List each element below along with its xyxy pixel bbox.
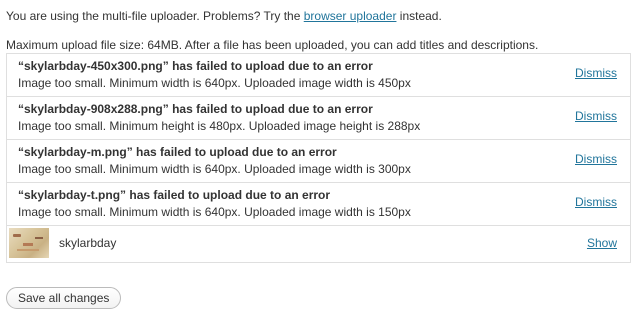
upload-error-row: “skylarbday-908x288.png” has failed to u…	[7, 97, 630, 140]
error-message: Image too small. Minimum width is 640px.…	[18, 76, 411, 90]
error-title: “skylarbday-450x300.png” has failed to u…	[18, 59, 373, 73]
dismiss-link[interactable]: Dismiss	[575, 66, 617, 80]
dismiss-link[interactable]: Dismiss	[575, 109, 617, 123]
uploaded-filename: skylarbday	[59, 236, 117, 250]
max-upload-size-text: Maximum upload file size: 64MB. After a …	[6, 38, 539, 52]
dismiss-link[interactable]: Dismiss	[575, 195, 617, 209]
error-message: Image too small. Minimum width is 640px.…	[18, 205, 411, 219]
upload-error-row: “skylarbday-t.png” has failed to upload …	[7, 183, 630, 226]
save-all-changes-button[interactable]: Save all changes	[6, 287, 122, 309]
error-message: Image too small. Minimum width is 640px.…	[18, 162, 411, 176]
dismiss-link[interactable]: Dismiss	[575, 152, 617, 166]
uploaded-item-row: skylarbday Show	[7, 226, 630, 263]
show-link[interactable]: Show	[587, 236, 617, 250]
intro-text-after: instead.	[396, 9, 442, 23]
image-thumbnail	[9, 228, 49, 258]
error-title: “skylarbday-908x288.png” has failed to u…	[18, 102, 373, 116]
intro-text-before: You are using the multi-file uploader. P…	[6, 9, 304, 23]
upload-error-row: “skylarbday-450x300.png” has failed to u…	[7, 54, 630, 97]
error-title: “skylarbday-t.png” has failed to upload …	[18, 188, 331, 202]
upload-list: “skylarbday-450x300.png” has failed to u…	[6, 53, 631, 263]
uploader-intro: You are using the multi-file uploader. P…	[6, 9, 442, 23]
browser-uploader-link[interactable]: browser uploader	[304, 9, 397, 23]
error-message: Image too small. Minimum height is 480px…	[18, 119, 421, 133]
upload-error-row: “skylarbday-m.png” has failed to upload …	[7, 140, 630, 183]
error-title: “skylarbday-m.png” has failed to upload …	[18, 145, 337, 159]
